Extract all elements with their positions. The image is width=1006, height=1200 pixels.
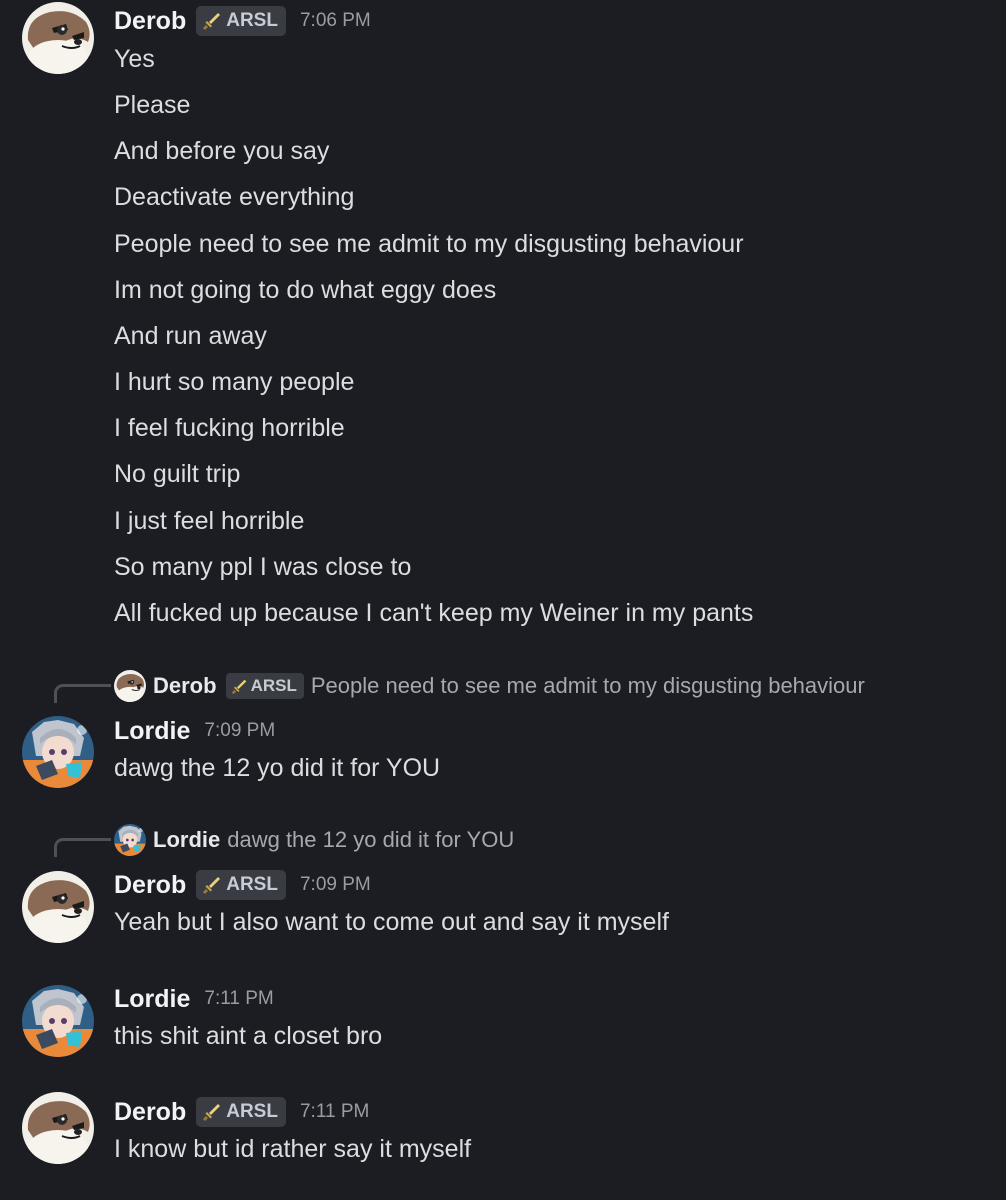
reply-author[interactable]: Derob xyxy=(153,673,217,699)
role-tag[interactable]: ARSL xyxy=(196,1097,286,1127)
message-line: Deactivate everything xyxy=(114,183,355,211)
message-line: So many ppl I was close to xyxy=(114,553,412,581)
message-line: And run away xyxy=(114,322,267,350)
role-tag-label: ARSL xyxy=(226,10,278,31)
reply-connector xyxy=(54,684,111,703)
timestamp: 7:11 PM xyxy=(204,988,274,1009)
message-line: No guilt trip xyxy=(114,460,241,488)
role-tag-label: ARSL xyxy=(226,1101,278,1122)
derob-avatar-icon xyxy=(114,670,146,702)
author-name[interactable]: Derob xyxy=(114,871,186,900)
message-line: Yes xyxy=(114,45,155,73)
message-line: I feel fucking horrible xyxy=(114,414,345,442)
message-line: I just feel horrible xyxy=(114,507,305,535)
reply-text[interactable]: People need to see me admit to my disgus… xyxy=(311,673,865,699)
reply-text[interactable]: dawg the 12 yo did it for YOU xyxy=(227,827,514,853)
message-line: All fucked up because I can't keep my We… xyxy=(114,599,754,627)
message-line: Please xyxy=(114,91,191,119)
sword-icon xyxy=(231,678,248,695)
author-name[interactable]: Lordie xyxy=(114,985,190,1014)
timestamp: 7:11 PM xyxy=(299,1101,370,1122)
author-name[interactable]: Lordie xyxy=(114,717,190,746)
derob-avatar-icon[interactable] xyxy=(22,2,94,74)
timestamp: 7:06 PM xyxy=(299,10,371,31)
reply-author[interactable]: Lordie xyxy=(153,827,220,853)
message-line: People need to see me admit to my disgus… xyxy=(114,230,744,258)
role-tag: ARSL xyxy=(225,673,304,699)
lordie-avatar-icon[interactable] xyxy=(22,985,94,1057)
role-tag-label: ARSL xyxy=(226,874,278,895)
sword-icon xyxy=(202,1102,222,1122)
message-line: Im not going to do what eggy does xyxy=(114,276,497,304)
timestamp: 7:09 PM xyxy=(204,720,276,741)
message-line: And before you say xyxy=(114,137,330,165)
reply-connector xyxy=(54,838,111,857)
derob-avatar-icon[interactable] xyxy=(22,871,94,943)
author-name[interactable]: Derob xyxy=(114,7,186,36)
timestamp: 7:09 PM xyxy=(299,874,371,895)
message-line: I know but id rather say it myself xyxy=(114,1135,472,1163)
lordie-avatar-icon xyxy=(114,824,146,856)
author-name[interactable]: Derob xyxy=(114,1098,186,1127)
message-line: I hurt so many people xyxy=(114,368,355,396)
sword-icon xyxy=(202,11,222,31)
role-tag-label: ARSL xyxy=(250,676,297,695)
reply-preview[interactable]: Lordie dawg the 12 yo did it for YOU xyxy=(0,823,1006,857)
role-tag[interactable]: ARSL xyxy=(196,870,286,900)
sword-icon xyxy=(202,875,222,895)
message-line: this shit aint a closet bro xyxy=(114,1022,383,1050)
derob-avatar-icon[interactable] xyxy=(22,1092,94,1164)
lordie-avatar-icon[interactable] xyxy=(22,716,94,788)
reply-preview[interactable]: Derob ARSL People need to see me admit t… xyxy=(0,669,1006,703)
message-line: Yeah but I also want to come out and say… xyxy=(114,908,669,936)
message-line: dawg the 12 yo did it for YOU xyxy=(114,754,441,782)
role-tag[interactable]: ARSL xyxy=(196,6,286,36)
